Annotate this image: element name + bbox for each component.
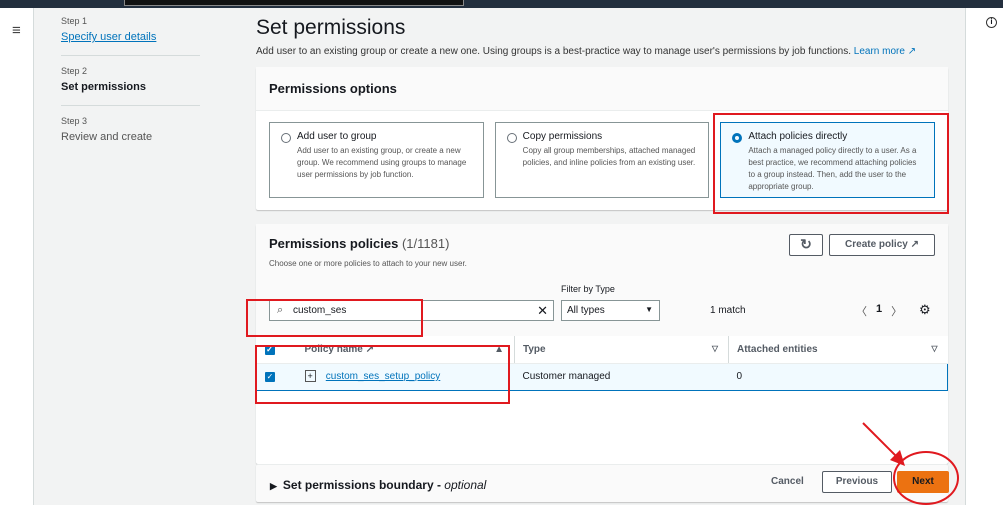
permissions-policies-panel: Permissions policies (1/1181) Choose one…	[256, 224, 948, 464]
step-number: Step 2	[61, 66, 88, 76]
step-label: Review and create	[61, 131, 153, 143]
column-label: Type	[523, 343, 546, 355]
annotation-highlight	[713, 113, 949, 214]
match-count: 1 match	[710, 305, 746, 316]
refresh-button[interactable]: ↻	[789, 234, 823, 256]
info-icon[interactable]: i	[986, 17, 997, 28]
step-number: Step 1	[61, 16, 88, 26]
filter-label: Filter by Type	[561, 284, 615, 294]
main-content: Set permissions Add user to an existing …	[256, 16, 948, 502]
panel-subtitle: Choose one or more policies to attach to…	[269, 259, 467, 268]
optional-label: optional	[444, 478, 487, 492]
learn-more-link[interactable]: Learn more ↗	[854, 46, 916, 57]
annotation-highlight	[255, 345, 510, 404]
type-filter-select[interactable]: All types ▼	[561, 300, 660, 321]
page-description: Add user to an existing group or create …	[256, 46, 851, 57]
panel-title: Permissions policies	[269, 236, 399, 251]
option-copy-permissions[interactable]: Copy permissions Copy all group membershi…	[494, 122, 710, 198]
cancel-button[interactable]: Cancel	[771, 476, 804, 487]
caret-right-icon: ▶	[270, 481, 277, 491]
column-attached-entities[interactable]: Attached entities ▽	[728, 336, 948, 364]
filter-icon[interactable]: ▽	[931, 344, 937, 353]
policy-type: Customer managed	[514, 362, 729, 391]
chevron-right-icon[interactable]: 〉	[891, 303, 902, 319]
option-add-user-to-group[interactable]: Add user to group Add user to an existing…	[269, 122, 484, 198]
top-navigation-bar	[0, 0, 1003, 8]
step-1: Step 1 Specify user details	[61, 16, 200, 56]
pagination: 〈 1 〉	[856, 303, 902, 319]
caret-down-icon: ▼	[645, 305, 653, 314]
attached-entities: 0	[728, 362, 948, 391]
step-current: Set permissions	[61, 81, 146, 93]
radio-button[interactable]	[506, 133, 517, 143]
option-description: Add user to an existing group, or create…	[297, 146, 467, 179]
right-panel: i	[965, 8, 1003, 505]
section-title: Set permissions boundary -	[282, 478, 445, 492]
filter-value: All types	[567, 305, 605, 316]
column-type[interactable]: Type ▽	[514, 336, 729, 364]
page-title: Set permissions	[256, 16, 406, 39]
step-link[interactable]: Specify user details	[61, 31, 156, 43]
gear-icon[interactable]: ⚙	[919, 302, 931, 318]
previous-button[interactable]: Previous	[822, 471, 892, 493]
option-label: Add user to group	[297, 131, 377, 142]
create-policy-button[interactable]: Create policy ↗	[829, 234, 935, 256]
step-3: Step 3 Review and create	[61, 116, 200, 155]
search-bar[interactable]	[124, 0, 464, 6]
policy-count: (1/1181)	[401, 236, 450, 251]
wizard-steps: Step 1 Specify user details Step 2 Set per…	[61, 16, 200, 165]
close-icon[interactable]: ✕	[537, 303, 548, 319]
annotation-highlight	[246, 299, 423, 337]
page-number[interactable]: 1	[876, 303, 882, 319]
hamburger-icon[interactable]: ≡	[12, 22, 21, 39]
step-2: Step 2 Set permissions	[61, 66, 200, 106]
chevron-left-icon[interactable]: 〈	[856, 303, 867, 319]
filter-icon[interactable]: ▽	[712, 344, 718, 353]
column-label: Attached entities	[737, 343, 818, 355]
radio-button[interactable]	[281, 133, 291, 143]
annotation-arrow	[862, 422, 905, 466]
step-number: Step 3	[61, 116, 88, 126]
option-label: Copy permissions	[522, 131, 603, 142]
panel-title: Permissions options	[256, 67, 948, 111]
left-nav: ≡	[0, 8, 34, 505]
option-description: Copy all group memberships, attached man…	[522, 146, 696, 167]
